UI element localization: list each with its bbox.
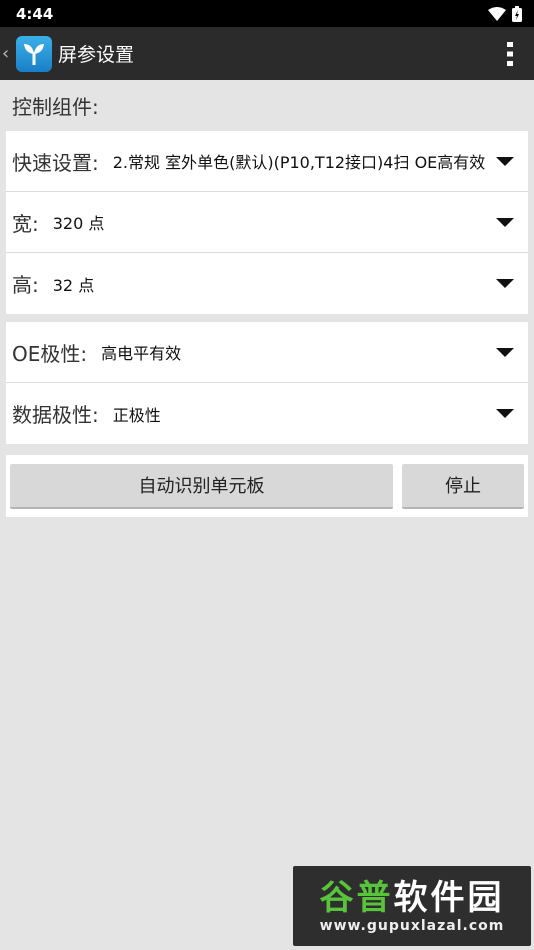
dropdown-triangle-icon	[496, 409, 514, 418]
row-value: 高电平有效	[101, 344, 182, 363]
dropdown-triangle-icon	[496, 279, 514, 288]
auto-detect-button[interactable]: 自动识别单元板	[10, 463, 393, 509]
row-label: 快速设置:	[12, 150, 99, 175]
settings-card-2: OE极性: 高电平有效 数据极性: 正极性	[6, 322, 528, 444]
row-label: 高:	[12, 273, 39, 297]
back-chevron-icon[interactable]: ‹	[2, 43, 14, 64]
status-bar: 4:44	[0, 0, 534, 27]
battery-charging-icon	[512, 5, 522, 22]
row-value: 320 点	[52, 214, 105, 233]
page-title: 屏参设置	[58, 44, 135, 66]
status-time: 4:44	[16, 4, 54, 23]
watermark-logo: 谷普软件园 www.gupuxlazal.com	[293, 866, 531, 946]
status-icons	[488, 5, 522, 22]
watermark-name: 谷普软件园	[320, 878, 505, 918]
dropdown-triangle-icon	[496, 156, 514, 166]
stop-button[interactable]: 停止	[402, 463, 524, 509]
content: 控制组件: 快速设置: 2.常规 室外单色(默认)(P10,T12接口)4扫 O…	[6, 80, 528, 517]
row-label: 宽:	[12, 211, 39, 236]
oe-polarity-spinner[interactable]: OE极性: 高电平有效	[6, 322, 528, 383]
watermark-name-part1: 谷普	[319, 878, 394, 918]
dropdown-triangle-icon	[496, 217, 514, 227]
app-logo-icon[interactable]	[16, 35, 52, 72]
divider	[6, 314, 528, 322]
row-value: 正极性	[112, 405, 161, 425]
settings-card-1: 快速设置: 2.常规 室外单色(默认)(P10,T12接口)4扫 OE高有效 宽…	[6, 131, 528, 314]
height-spinner[interactable]: 高: 32 点	[6, 253, 528, 314]
action-bar: 自动识别单元板 停止	[6, 455, 528, 517]
watermark-url: www.gupuxlazal.com	[319, 918, 505, 934]
overflow-menu-button[interactable]	[486, 27, 534, 80]
row-value: 2.常规 室外单色(默认)(P10,T12接口)4扫 OE高有效	[112, 153, 486, 172]
section-label: 控制组件:	[12, 95, 99, 119]
dropdown-triangle-icon	[496, 347, 514, 357]
data-polarity-spinner[interactable]: 数据极性: 正极性	[6, 383, 528, 444]
quick-setting-spinner[interactable]: 快速设置: 2.常规 室外单色(默认)(P10,T12接口)4扫 OE高有效	[6, 131, 528, 192]
row-value: 32 点	[52, 275, 95, 295]
row-label: 数据极性:	[12, 403, 99, 427]
more-vert-icon	[507, 41, 513, 66]
watermark-name-part2: 软件园	[393, 878, 505, 918]
app-bar: ‹ 屏参设置	[0, 27, 534, 80]
width-spinner[interactable]: 宽: 320 点	[6, 192, 528, 253]
row-label: OE极性:	[12, 341, 88, 366]
wifi-icon	[488, 6, 506, 21]
